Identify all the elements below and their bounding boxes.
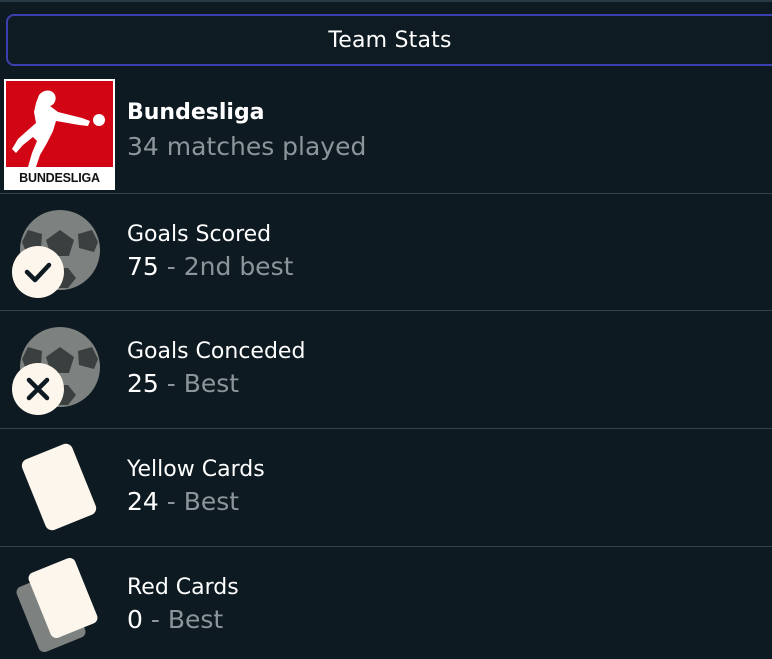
stat-separator: - (166, 369, 176, 398)
stat-separator: - (166, 487, 176, 516)
league-row[interactable]: BUNDESLIGA Bundesliga 34 matches played (0, 76, 772, 194)
bundesliga-wordmark: BUNDESLIGA (19, 171, 100, 185)
stat-info: Goals Conceded 25 - Best (127, 337, 305, 401)
bundesliga-logo-red-field (6, 81, 113, 167)
league-name: Bundesliga (127, 100, 265, 125)
stat-rank: Best (183, 487, 240, 516)
stat-value: 75 (127, 252, 159, 281)
stat-value: 25 (127, 369, 159, 398)
stat-info: Goals Scored 75 - 2nd best (127, 220, 293, 284)
stat-row-yellow-cards[interactable]: Yellow Cards 24 - Best (0, 429, 772, 547)
stat-value: 0 (127, 605, 143, 634)
stat-label: Goals Scored (127, 222, 272, 247)
stat-row-goals-scored[interactable]: Goals Scored 75 - 2nd best (0, 194, 772, 311)
stat-line: 25 - Best (127, 367, 305, 401)
stat-row-goals-conceded[interactable]: Goals Conceded 25 - Best (0, 311, 772, 429)
stat-label: Yellow Cards (127, 457, 265, 482)
matches-played: 34 matches played (127, 132, 367, 161)
league-info: Bundesliga 34 matches played (127, 98, 366, 164)
stat-rank: Best (183, 369, 240, 398)
team-stats-header[interactable]: Team Stats (6, 14, 772, 66)
stat-info: Red Cards 0 - Best (127, 573, 239, 637)
red-card-icon (8, 553, 104, 653)
stat-label: Goals Conceded (127, 339, 306, 364)
stat-info: Yellow Cards 24 - Best (127, 455, 265, 519)
stat-separator: - (150, 605, 160, 634)
stat-value: 24 (127, 487, 159, 516)
stat-rank: Best (167, 605, 224, 634)
bundesliga-logo: BUNDESLIGA (4, 79, 115, 190)
stat-line: 75 - 2nd best (127, 250, 293, 284)
soccer-ball-cross-icon (8, 325, 104, 425)
stat-label: Red Cards (127, 575, 239, 600)
page-title: Team Stats (328, 27, 452, 53)
stat-separator: - (166, 252, 176, 281)
soccer-ball-check-icon (8, 208, 104, 308)
stat-line: 0 - Best (127, 603, 239, 637)
yellow-card-icon (8, 439, 104, 539)
top-divider (0, 0, 772, 2)
stat-rank: 2nd best (183, 252, 294, 281)
stat-row-red-cards[interactable]: Red Cards 0 - Best (0, 547, 772, 659)
player-silhouette-icon (12, 90, 105, 167)
stat-line: 24 - Best (127, 485, 265, 519)
